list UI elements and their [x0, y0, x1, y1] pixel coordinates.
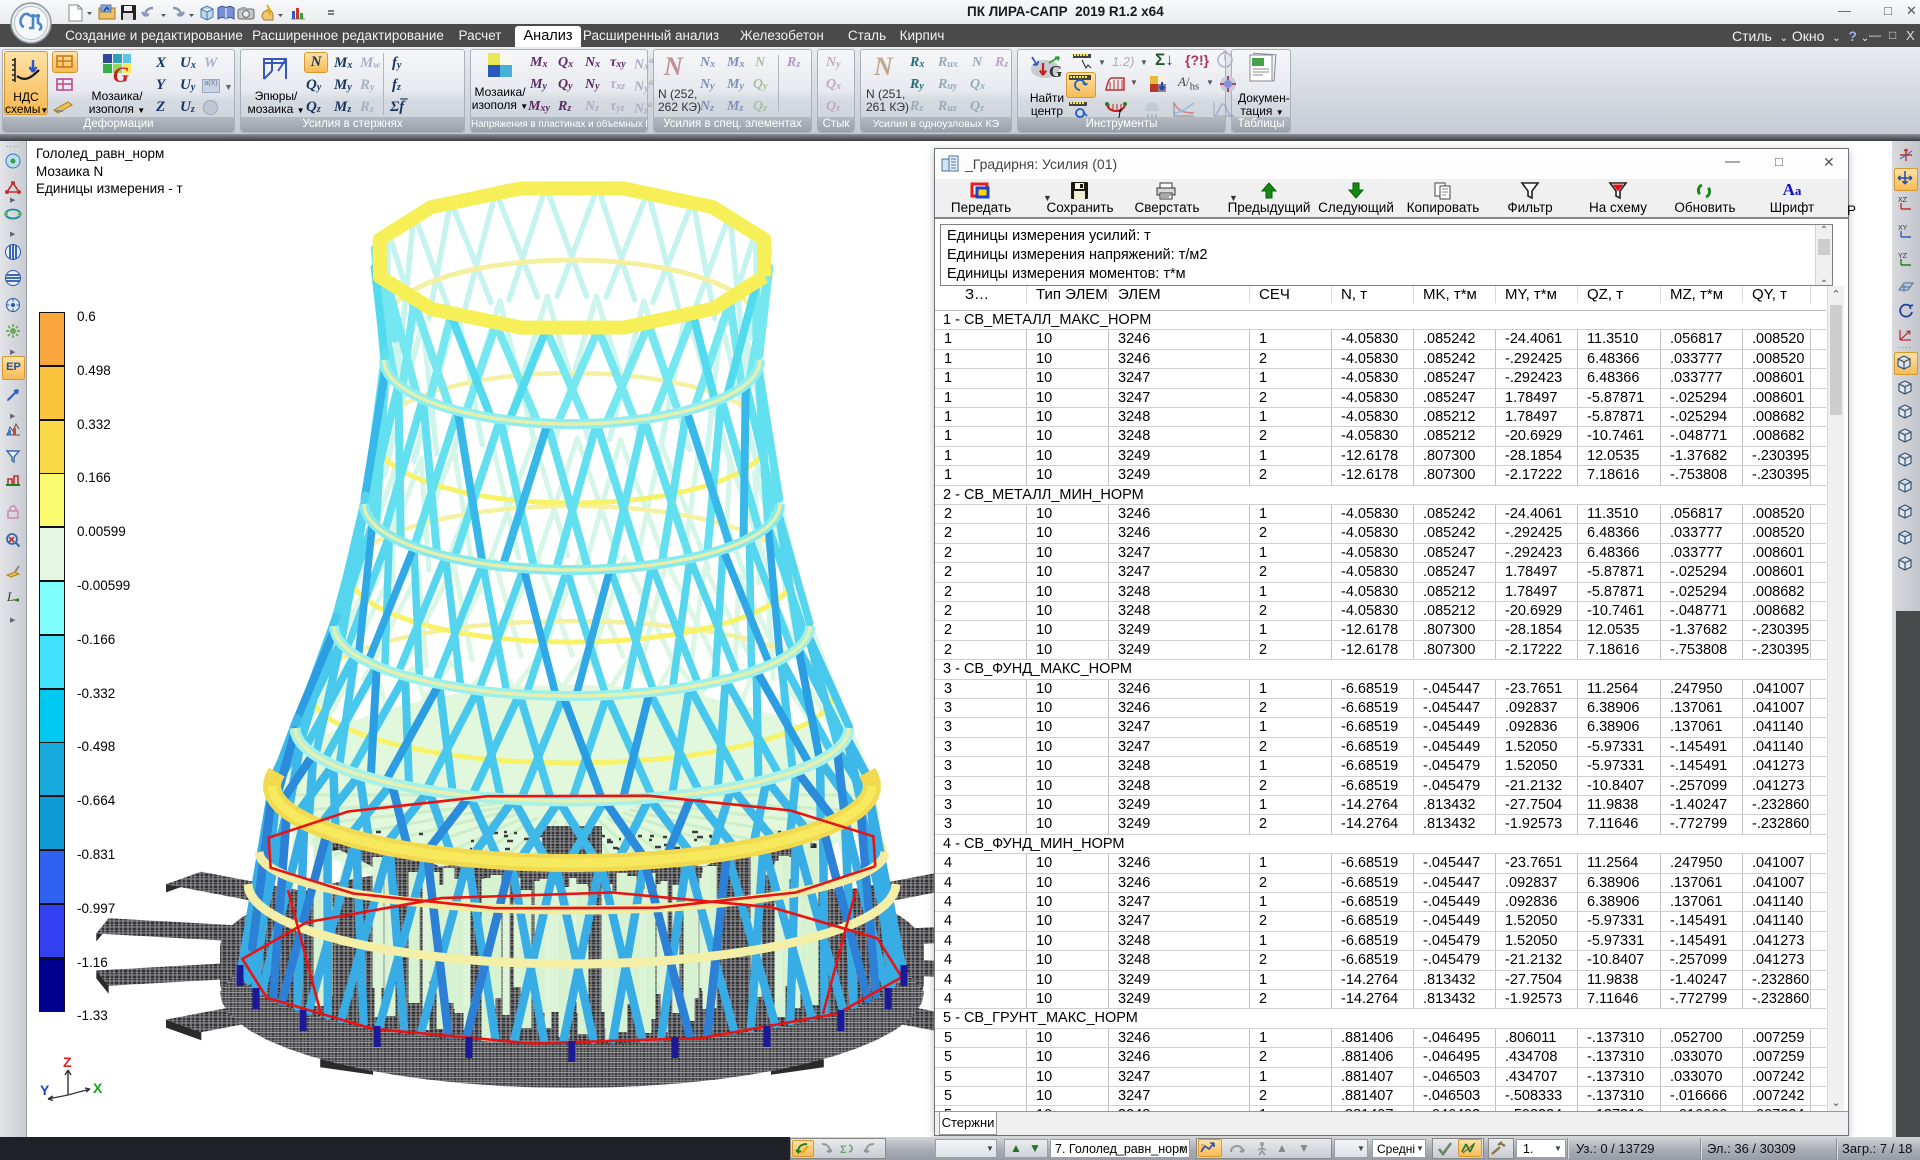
- svg-text:X: X: [93, 1080, 103, 1096]
- svg-text:XZ: XZ: [1898, 197, 1908, 204]
- svg-text:Y: Y: [40, 1082, 50, 1098]
- svg-text:XY: XY: [1898, 225, 1908, 232]
- svg-text:Z: Z: [63, 1055, 72, 1070]
- svg-text:Σ: Σ: [840, 1144, 847, 1156]
- svg-text:YZ: YZ: [1898, 253, 1908, 260]
- svg-text:L: L: [6, 589, 14, 604]
